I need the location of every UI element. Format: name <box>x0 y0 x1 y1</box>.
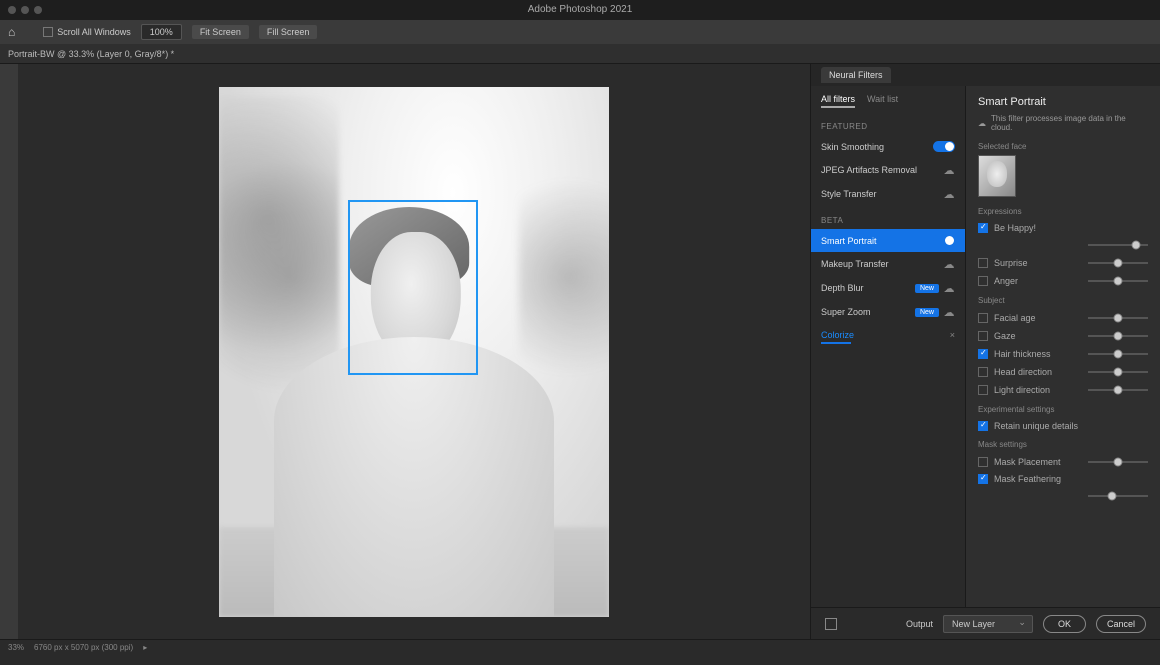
checkbox-head-direction[interactable] <box>978 367 988 377</box>
panel-tab-neural-filters[interactable]: Neural Filters <box>821 67 891 83</box>
preview-toggle-icon[interactable] <box>825 618 837 630</box>
option-mask-feathering[interactable]: Mask Feathering <box>978 471 1148 487</box>
options-bar: ⌂ Scroll All Windows 100% Fit Screen Fil… <box>0 20 1160 44</box>
option-retain-unique[interactable]: Retain unique details <box>978 418 1148 434</box>
chevron-right-icon[interactable]: ▸ <box>143 643 147 652</box>
checkbox-mask-placement[interactable] <box>978 457 988 467</box>
option-surprise[interactable]: Surprise <box>978 254 1148 272</box>
checkbox-anger[interactable] <box>978 276 988 286</box>
filter-style-transfer[interactable]: Style Transfer ☁ <box>811 182 965 206</box>
home-icon[interactable]: ⌂ <box>8 25 15 39</box>
document-tab-bar: Portrait-BW @ 33.3% (Layer 0, Gray/8*) * <box>0 44 1160 64</box>
checkbox-be-happy[interactable] <box>978 223 988 233</box>
status-bar: 33% 6760 px x 5070 px (300 ppi) ▸ <box>0 639 1160 655</box>
settings-title: Smart Portrait <box>978 96 1148 108</box>
filter-smart-portrait[interactable]: Smart Portrait <box>811 229 965 252</box>
close-icon[interactable]: × <box>950 330 955 340</box>
selected-face-thumbnail[interactable] <box>978 155 1016 197</box>
output-select[interactable]: New Layer <box>943 615 1033 633</box>
option-hair-thickness[interactable]: Hair thickness <box>978 345 1148 363</box>
tab-wait-list[interactable]: Wait list <box>867 94 898 108</box>
cloud-icon: ☁ <box>943 164 955 176</box>
slider-hair-thickness[interactable] <box>1088 348 1148 360</box>
option-head-direction[interactable]: Head direction <box>978 363 1148 381</box>
slider-anger[interactable] <box>1088 275 1148 287</box>
checkbox-surprise[interactable] <box>978 258 988 268</box>
filters-list: All filters Wait list FEATURED Skin Smoo… <box>811 86 966 607</box>
checkbox-gaze[interactable] <box>978 331 988 341</box>
cloud-icon: ☁ <box>943 188 955 200</box>
filter-settings: Smart Portrait ☁ This filter processes i… <box>966 86 1160 607</box>
option-be-happy[interactable]: Be Happy! <box>978 220 1148 236</box>
panel-tab-bar: Neural Filters <box>811 64 1160 86</box>
cloud-icon: ☁ <box>943 258 955 270</box>
title-bar: Adobe Photoshop 2021 <box>0 0 1160 20</box>
option-light-direction[interactable]: Light direction <box>978 381 1148 399</box>
section-beta-label: BETA <box>811 206 965 229</box>
option-mask-placement[interactable]: Mask Placement <box>978 453 1148 471</box>
ok-button[interactable]: OK <box>1043 615 1086 633</box>
slider-mask-feathering[interactable] <box>1088 490 1148 502</box>
document-tab[interactable]: Portrait-BW @ 33.3% (Layer 0, Gray/8*) * <box>8 49 174 59</box>
zoom-field[interactable]: 100% <box>141 24 182 40</box>
filter-jpeg-artifacts[interactable]: JPEG Artifacts Removal ☁ <box>811 158 965 182</box>
filter-depth-blur[interactable]: Depth Blur New☁ <box>811 276 965 300</box>
option-anger[interactable]: Anger <box>978 272 1148 290</box>
scroll-all-checkbox[interactable]: Scroll All Windows <box>43 27 131 38</box>
checkbox-facial-age[interactable] <box>978 313 988 323</box>
filter-makeup-transfer[interactable]: Makeup Transfer ☁ <box>811 252 965 276</box>
filter-super-zoom[interactable]: Super Zoom New☁ <box>811 300 965 324</box>
slider-light-direction[interactable] <box>1088 384 1148 396</box>
toggle-skin-smoothing[interactable] <box>933 141 955 152</box>
fill-screen-button[interactable]: Fill Screen <box>259 25 318 39</box>
cloud-icon: ☁ <box>943 306 955 318</box>
status-zoom[interactable]: 33% <box>8 643 24 652</box>
cloud-icon: ☁ <box>978 119 986 128</box>
cloud-processing-note: ☁ This filter processes image data in th… <box>978 114 1148 132</box>
filter-colorize[interactable]: Colorize × <box>811 324 965 346</box>
checkbox-mask-feathering[interactable] <box>978 474 988 484</box>
slider-be-happy[interactable] <box>1088 239 1148 251</box>
checkbox-light-direction[interactable] <box>978 385 988 395</box>
slider-gaze[interactable] <box>1088 330 1148 342</box>
panel-footer: Output New Layer OK Cancel <box>811 607 1160 639</box>
status-info: 6760 px x 5070 px (300 ppi) <box>34 643 133 652</box>
subject-label: Subject <box>978 296 1148 305</box>
mask-settings-label: Mask settings <box>978 440 1148 449</box>
option-gaze[interactable]: Gaze <box>978 327 1148 345</box>
output-label: Output <box>906 619 933 629</box>
expressions-label: Expressions <box>978 207 1148 216</box>
document-canvas[interactable] <box>219 87 609 617</box>
slider-mask-placement[interactable] <box>1088 456 1148 468</box>
window-title: Adobe Photoshop 2021 <box>528 4 633 15</box>
cloud-icon: ☁ <box>943 282 955 294</box>
neural-filters-panel: Neural Filters All filters Wait list FEA… <box>810 64 1160 639</box>
canvas-area[interactable] <box>18 64 810 639</box>
slider-head-direction[interactable] <box>1088 366 1148 378</box>
experimental-label: Experimental settings <box>978 405 1148 414</box>
cancel-button[interactable]: Cancel <box>1096 615 1146 633</box>
filter-skin-smoothing[interactable]: Skin Smoothing <box>811 135 965 158</box>
tools-panel[interactable] <box>0 64 18 639</box>
section-featured-label: FEATURED <box>811 112 965 135</box>
option-facial-age[interactable]: Facial age <box>978 309 1148 327</box>
selected-face-label: Selected face <box>978 142 1148 151</box>
slider-surprise[interactable] <box>1088 257 1148 269</box>
toggle-smart-portrait[interactable] <box>933 235 955 246</box>
checkbox-hair-thickness[interactable] <box>978 349 988 359</box>
window-controls[interactable] <box>8 6 42 14</box>
slider-facial-age[interactable] <box>1088 312 1148 324</box>
checkbox-retain-unique[interactable] <box>978 421 988 431</box>
tab-all-filters[interactable]: All filters <box>821 94 855 108</box>
fit-screen-button[interactable]: Fit Screen <box>192 25 249 39</box>
